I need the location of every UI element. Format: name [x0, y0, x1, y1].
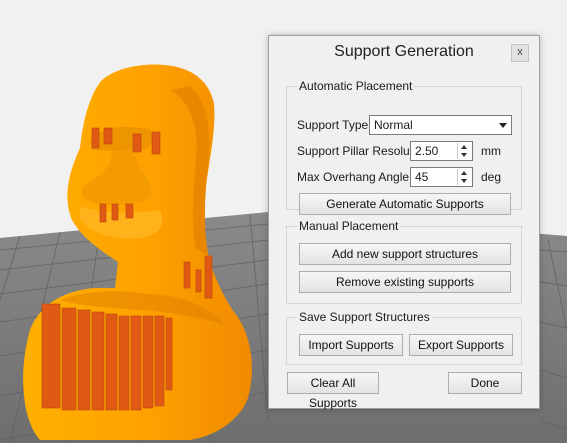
spin-up-icon[interactable] — [458, 143, 471, 151]
pillar-resolution-stepper[interactable] — [457, 143, 471, 159]
pillar-resolution-value: 2.50 — [415, 144, 439, 158]
save-support-structures-group: Save Support Structures Import Supports … — [286, 310, 522, 365]
pillar-unit: mm — [481, 144, 501, 158]
spin-down-icon[interactable] — [458, 177, 471, 185]
manual-placement-label: Manual Placement — [297, 219, 401, 233]
automatic-placement-group: Automatic Placement Support Type Normal … — [286, 79, 522, 215]
done-button[interactable]: Done — [448, 372, 522, 394]
angle-unit: deg — [481, 170, 502, 184]
close-icon[interactable]: x — [511, 44, 529, 62]
support-type-select[interactable]: Normal — [369, 115, 512, 135]
pillar-resolution-spinbox[interactable]: 2.50 — [410, 141, 473, 161]
support-type-value: Normal — [374, 118, 413, 132]
overhang-angle-stepper[interactable] — [457, 169, 471, 185]
clear-all-supports-button[interactable]: Clear All Supports — [287, 372, 379, 410]
remove-supports-button[interactable]: Remove existing supports — [299, 271, 511, 293]
save-support-structures-label: Save Support Structures — [297, 310, 432, 324]
export-supports-button[interactable]: Export Supports — [409, 334, 513, 356]
support-generation-dialog: Support Generation x Automatic Placement… — [268, 35, 540, 410]
overhang-angle-spinbox[interactable]: 45 — [410, 167, 473, 187]
chevron-down-icon — [499, 123, 507, 128]
add-support-structures-button[interactable]: Add new support structures — [299, 243, 511, 265]
spin-down-icon[interactable] — [458, 151, 471, 159]
automatic-placement-label: Automatic Placement — [297, 79, 415, 93]
manual-placement-group: Manual Placement Add new support structu… — [286, 219, 522, 304]
generate-automatic-supports-button[interactable]: Generate Automatic Supports — [299, 193, 511, 215]
overhang-angle-value: 45 — [415, 170, 429, 184]
spin-up-icon[interactable] — [458, 169, 471, 177]
overhang-angle-label: Max Overhang Angle — [297, 170, 410, 184]
support-type-label: Support Type — [297, 118, 369, 132]
dialog-title: Support Generation — [334, 43, 474, 60]
import-supports-button[interactable]: Import Supports — [299, 334, 403, 356]
